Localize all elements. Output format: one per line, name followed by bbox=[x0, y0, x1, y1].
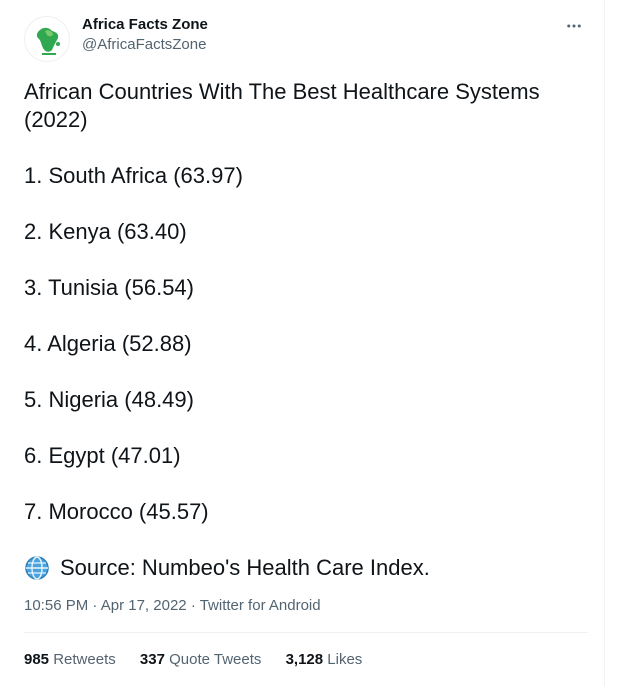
globe-icon bbox=[24, 555, 50, 581]
more-options-button[interactable] bbox=[562, 14, 586, 38]
list-item: 3. Tunisia (56.54) bbox=[24, 275, 194, 300]
tweet-client[interactable]: Twitter for Android bbox=[200, 597, 321, 614]
tweet-text: African Countries With The Best Healthca… bbox=[24, 78, 589, 582]
list-item: 6. Egypt (47.01) bbox=[24, 443, 181, 468]
tweet-time[interactable]: 10:56 PM bbox=[24, 597, 88, 614]
source-line: Source: Numbeo's Health Care Index. bbox=[24, 554, 589, 582]
list-item: 1. South Africa (63.97) bbox=[24, 163, 243, 188]
list-item: 4. Algeria (52.88) bbox=[24, 331, 192, 356]
tweet-card: Africa Facts Zone @AfricaFactsZone Afric… bbox=[0, 0, 605, 686]
author-name[interactable]: Africa Facts Zone bbox=[82, 15, 208, 35]
profile-avatar[interactable] bbox=[24, 16, 70, 62]
meta-separator: · bbox=[190, 597, 196, 614]
tweet-title: African Countries With The Best Healthca… bbox=[24, 79, 540, 132]
tweet-stats: 985 Retweets 337 Quote Tweets 3,128 Like… bbox=[24, 650, 382, 670]
source-text: Source: Numbeo's Health Care Index. bbox=[60, 555, 430, 580]
likes-label: Likes bbox=[327, 651, 363, 668]
quote-tweets-count: 337 bbox=[139, 651, 165, 668]
retweets-count: 985 bbox=[24, 651, 50, 668]
africa-map-logo-icon bbox=[36, 27, 60, 55]
quote-tweets-label: Quote Tweets bbox=[169, 651, 262, 668]
tweet-header: Africa Facts Zone @AfricaFactsZone bbox=[24, 12, 588, 64]
list-item: 7. Morocco (45.57) bbox=[24, 499, 209, 524]
list-item: 2. Kenya (63.40) bbox=[24, 219, 187, 244]
quote-tweets-stat[interactable]: 337 Quote Tweets bbox=[140, 650, 261, 670]
divider bbox=[24, 632, 588, 633]
meta-separator: · bbox=[92, 597, 98, 614]
tweet-date[interactable]: Apr 17, 2022 bbox=[101, 597, 187, 614]
author-handle[interactable]: @AfricaFactsZone bbox=[82, 35, 208, 55]
retweets-label: Retweets bbox=[53, 651, 116, 668]
likes-count: 3,128 bbox=[285, 651, 324, 668]
author-block: Africa Facts Zone @AfricaFactsZone bbox=[82, 15, 208, 55]
tweet-meta: 10:56 PM · Apr 17, 2022 · Twitter for An… bbox=[24, 596, 321, 616]
retweets-stat[interactable]: 985 Retweets bbox=[24, 650, 116, 670]
more-options-icon bbox=[567, 24, 581, 28]
likes-stat[interactable]: 3,128 Likes bbox=[286, 650, 363, 670]
list-item: 5. Nigeria (48.49) bbox=[24, 387, 194, 412]
